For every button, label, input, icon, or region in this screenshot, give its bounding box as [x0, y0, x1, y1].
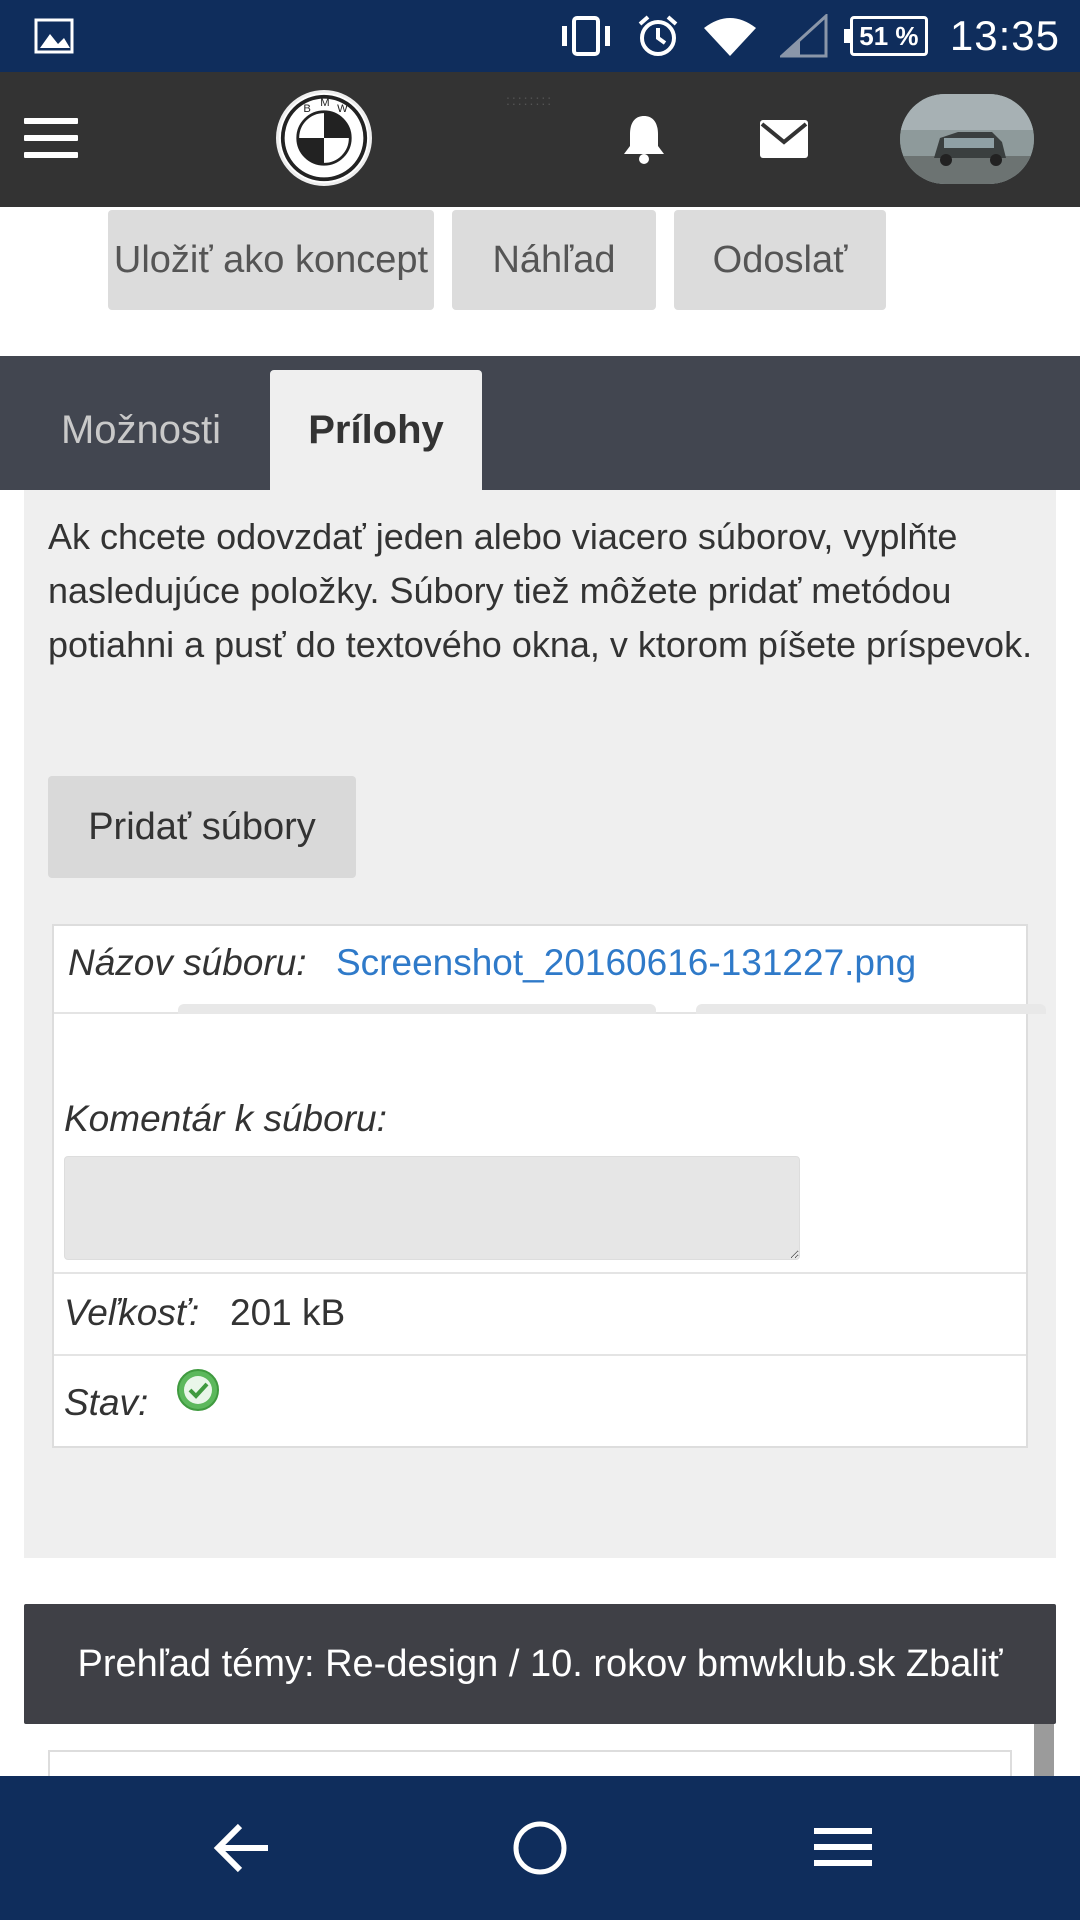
battery-icon: 51 % — [843, 16, 928, 56]
svg-text:M: M — [320, 97, 329, 109]
tab-handle — [696, 1004, 1046, 1014]
signal-icon — [779, 14, 828, 58]
battery-level: 51 % — [859, 20, 919, 51]
check-icon — [177, 1369, 219, 1411]
file-state-label: Stav: — [64, 1382, 149, 1423]
svg-text:W: W — [337, 103, 348, 115]
bmw-logo[interactable]: B M W — [276, 90, 372, 186]
tab-options[interactable]: Možnosti — [38, 370, 244, 490]
file-comment-input[interactable] — [64, 1156, 800, 1260]
app-bar: B M W :::::::: — [0, 72, 1080, 207]
wifi-icon — [703, 18, 756, 56]
status-bar: 51 % 13:35 — [0, 0, 1080, 72]
tab-handle — [178, 1004, 656, 1014]
preview-button[interactable]: Náhľad — [452, 210, 656, 310]
attachments-panel: Ak chcete odovzdať jeden alebo viacero s… — [24, 490, 1056, 1558]
avatar[interactable] — [900, 94, 1034, 184]
save-draft-button[interactable]: Uložiť ako koncept — [108, 210, 434, 310]
svg-text:B: B — [303, 103, 311, 115]
file-name-link[interactable]: Screenshot_20160616-131227.png — [336, 942, 916, 984]
file-comment-label: Komentár k súboru: — [64, 1098, 387, 1139]
bell-icon[interactable] — [616, 110, 672, 166]
home-icon[interactable] — [512, 1820, 568, 1876]
vibrate-icon — [561, 16, 610, 56]
navigation-bar — [0, 1776, 1080, 1920]
submit-button[interactable]: Odoslať — [674, 210, 886, 310]
clock: 13:35 — [949, 12, 1060, 59]
file-state-row: Stav: — [54, 1356, 1026, 1446]
mail-icon[interactable] — [756, 114, 812, 164]
tab-attachments[interactable]: Prílohy — [270, 370, 482, 490]
drag-handle: :::::::: — [506, 92, 554, 108]
post-actions: Uložiť ako koncept Náhľad Odoslať — [108, 210, 886, 310]
image-icon — [34, 18, 74, 54]
tabs-bar: Možnosti Prílohy — [0, 356, 1080, 490]
attachment-item: Názov súboru: Screenshot_20160616-131227… — [52, 924, 1046, 1448]
file-size-label: Veľkosť: — [64, 1292, 200, 1333]
alarm-icon — [638, 15, 678, 56]
attachments-intro: Ak chcete odovzdať jeden alebo viacero s… — [48, 516, 1033, 665]
menu-icon[interactable] — [24, 118, 78, 158]
recent-apps-icon[interactable] — [812, 1824, 874, 1870]
file-comment-row: Komentár k súboru: — [54, 1014, 1026, 1274]
scrollbar[interactable] — [1034, 1724, 1054, 1776]
back-icon[interactable] — [212, 1820, 272, 1876]
topic-overview-header[interactable]: Prehľad témy: Re-design / 10. rokov bmwk… — [24, 1604, 1056, 1724]
add-files-button[interactable]: Pridať súbory — [48, 776, 356, 878]
file-name-row: Názov súboru: Screenshot_20160616-131227… — [54, 926, 1046, 1014]
file-name-label: Názov súboru: — [68, 942, 307, 983]
file-size-value: 201 kB — [230, 1292, 346, 1333]
file-size-row: Veľkosť: 201 kB — [54, 1274, 1026, 1356]
